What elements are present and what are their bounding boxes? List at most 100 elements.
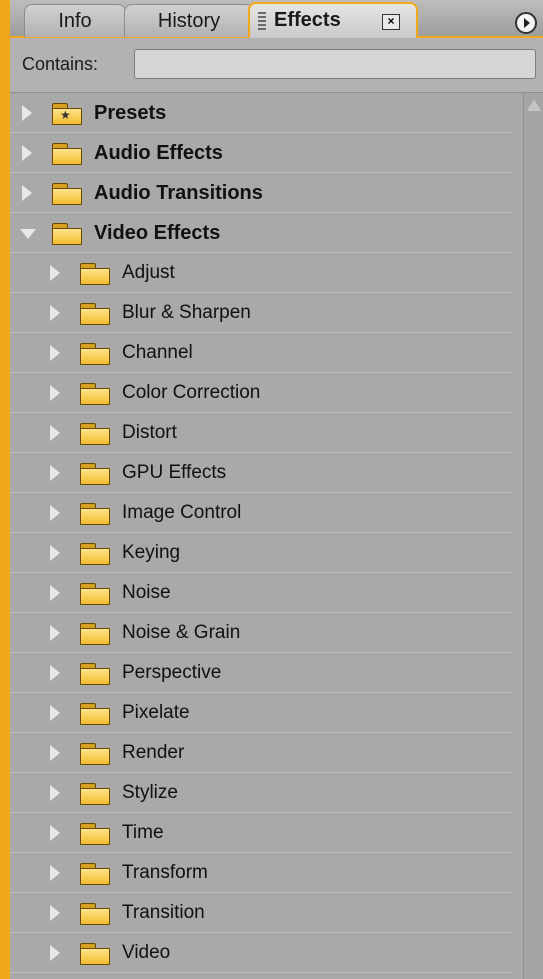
search-label: Contains: — [22, 54, 99, 74]
tree-item-label: Transform — [122, 862, 208, 883]
folder-icon — [52, 183, 82, 205]
tree-item-video-effects[interactable]: Video Effects — [10, 213, 513, 253]
expand-closed-triangle-icon[interactable] — [50, 945, 60, 961]
folder-icon — [52, 223, 82, 245]
folder-icon — [80, 383, 110, 405]
tree-item-label: Distort — [122, 422, 177, 443]
expand-closed-triangle-icon[interactable] — [50, 905, 60, 921]
expand-closed-triangle-icon[interactable] — [22, 185, 32, 201]
folder-icon — [80, 663, 110, 685]
tree-item-label: Video — [122, 942, 171, 963]
tree-item-time[interactable]: Time — [10, 813, 513, 853]
tree-item-video[interactable]: Video — [10, 933, 513, 973]
tree-item-presets[interactable]: ★ Presets — [10, 93, 513, 133]
tree-item-label: Stylize — [122, 782, 178, 803]
expand-closed-triangle-icon[interactable] — [50, 505, 60, 521]
expand-closed-triangle-icon[interactable] — [50, 425, 60, 441]
expand-closed-triangle-icon[interactable] — [50, 745, 60, 761]
tab-info[interactable]: Info — [24, 4, 126, 37]
expand-closed-triangle-icon[interactable] — [50, 785, 60, 801]
tree-item-label: Image Control — [122, 502, 242, 523]
expand-closed-triangle-icon[interactable] — [50, 585, 60, 601]
expand-closed-triangle-icon[interactable] — [50, 825, 60, 841]
tree-item-render[interactable]: Render — [10, 733, 513, 773]
preset-folder-icon: ★ — [52, 103, 82, 125]
vertical-scrollbar[interactable] — [523, 93, 543, 979]
tree-item-label: Time — [122, 822, 164, 843]
tree-item-label: Color Correction — [122, 382, 261, 403]
close-icon[interactable]: × — [382, 14, 400, 30]
folder-icon — [80, 743, 110, 765]
tree-item-color-correction[interactable]: Color Correction — [10, 373, 513, 413]
tree-item-transition[interactable]: Transition — [10, 893, 513, 933]
tree-item-label: Video Effects — [94, 222, 221, 244]
tab-info-label: Info — [58, 10, 92, 32]
tree-item-label: Channel — [122, 342, 193, 363]
tree-item-label: Transition — [122, 902, 205, 923]
folder-icon — [80, 903, 110, 925]
expand-closed-triangle-icon[interactable] — [50, 625, 60, 641]
expand-closed-triangle-icon[interactable] — [50, 545, 60, 561]
expand-closed-triangle-icon[interactable] — [50, 385, 60, 401]
tree-item-audio-effects[interactable]: Audio Effects — [10, 133, 513, 173]
folder-icon — [80, 583, 110, 605]
expand-closed-triangle-icon[interactable] — [22, 105, 32, 121]
tree-item-pixelate[interactable]: Pixelate — [10, 693, 513, 733]
tree-item-label: Adjust — [122, 262, 175, 283]
folder-icon — [80, 263, 110, 285]
folder-icon — [80, 303, 110, 325]
expand-open-triangle-icon[interactable] — [20, 229, 36, 239]
expand-closed-triangle-icon[interactable] — [50, 865, 60, 881]
drag-grip-icon[interactable] — [258, 12, 266, 30]
panel-tab-bar: Info History Effects × — [10, 0, 543, 40]
tree-item-label: Perspective — [122, 662, 222, 683]
tree-item-label: Noise — [122, 582, 171, 603]
tree-item-label: Audio Effects — [94, 142, 223, 164]
tree-item-label: GPU Effects — [122, 462, 227, 483]
tab-effects-label: Effects — [274, 9, 341, 31]
expand-closed-triangle-icon[interactable] — [50, 665, 60, 681]
folder-icon — [80, 783, 110, 805]
tree-item-blur-sharpen[interactable]: Blur & Sharpen — [10, 293, 513, 333]
search-bar: Contains: — [10, 38, 543, 93]
tab-history[interactable]: History — [124, 4, 254, 37]
expand-closed-triangle-icon[interactable] — [50, 345, 60, 361]
tree-item-image-control[interactable]: Image Control — [10, 493, 513, 533]
folder-icon — [80, 703, 110, 725]
tree-item-label: Keying — [122, 542, 181, 563]
search-input[interactable] — [134, 49, 536, 79]
panel-menu-button[interactable] — [515, 12, 537, 34]
effects-tree: ★ Presets Audio Effects Audio Transitions Vi… — [10, 93, 513, 979]
tree-item-distort[interactable]: Distort — [10, 413, 513, 453]
tab-history-label: History — [157, 10, 221, 32]
scroll-up-arrow-icon[interactable] — [527, 99, 541, 111]
folder-icon — [80, 423, 110, 445]
expand-closed-triangle-icon[interactable] — [50, 465, 60, 481]
tree-item-noise[interactable]: Noise — [10, 573, 513, 613]
folder-icon — [80, 863, 110, 885]
folder-icon — [80, 463, 110, 485]
tree-item-label: Noise & Grain — [122, 622, 241, 643]
folder-icon — [80, 503, 110, 525]
folder-icon — [80, 543, 110, 565]
tree-item-adjust[interactable]: Adjust — [10, 253, 513, 293]
tree-item-channel[interactable]: Channel — [10, 333, 513, 373]
expand-closed-triangle-icon[interactable] — [50, 705, 60, 721]
tree-item-noise-grain[interactable]: Noise & Grain — [10, 613, 513, 653]
expand-closed-triangle-icon[interactable] — [50, 265, 60, 281]
effects-panel: Info History Effects × Contains: ★ Preset… — [0, 0, 543, 979]
tab-effects[interactable]: Effects × — [248, 2, 418, 40]
expand-closed-triangle-icon[interactable] — [50, 305, 60, 321]
tree-item-audio-transitions[interactable]: Audio Transitions — [10, 173, 513, 213]
tree-item-transform[interactable]: Transform — [10, 853, 513, 893]
folder-icon — [52, 143, 82, 165]
expand-closed-triangle-icon[interactable] — [22, 145, 32, 161]
tree-item-label: Presets — [94, 102, 167, 124]
folder-icon — [80, 943, 110, 965]
tree-item-perspective[interactable]: Perspective — [10, 653, 513, 693]
tree-item-label: Audio Transitions — [94, 182, 263, 204]
tree-item-gpu-effects[interactable]: GPU Effects — [10, 453, 513, 493]
folder-icon — [80, 823, 110, 845]
tree-item-stylize[interactable]: Stylize — [10, 773, 513, 813]
tree-item-keying[interactable]: Keying — [10, 533, 513, 573]
